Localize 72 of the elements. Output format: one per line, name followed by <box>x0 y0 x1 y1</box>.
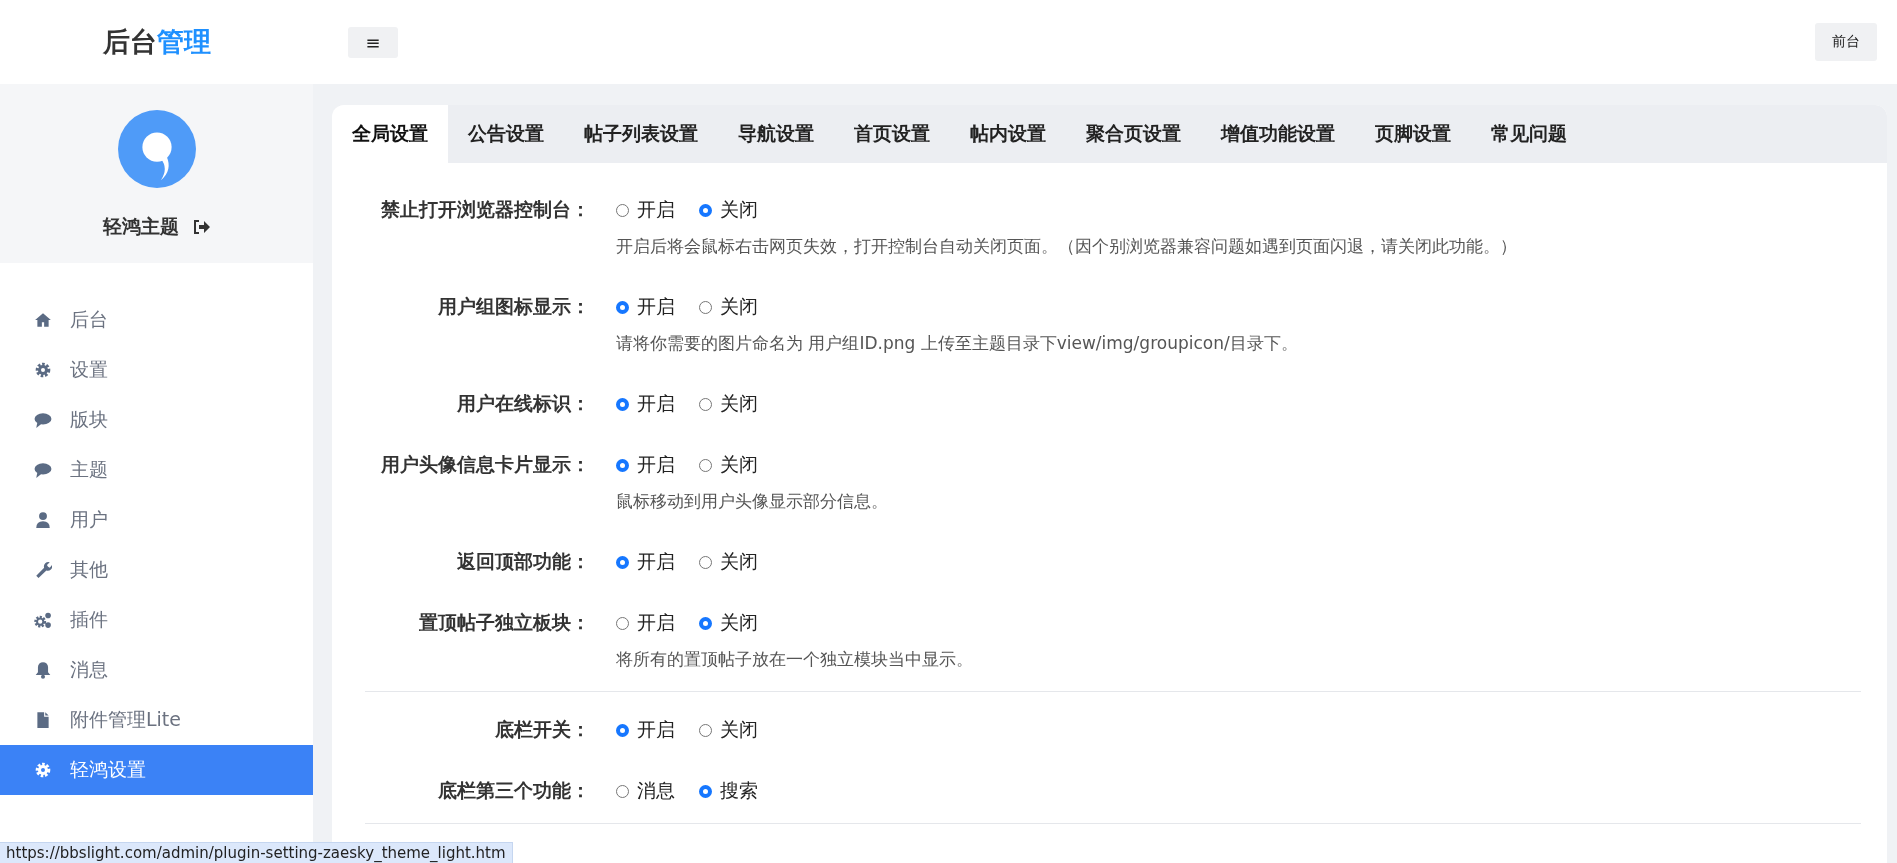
sidebar-item[interactable]: 插件 <box>0 595 313 645</box>
sidebar-item[interactable]: 版块 <box>0 395 313 445</box>
frontend-button[interactable]: 前台 <box>1815 23 1877 61</box>
radio-button[interactable] <box>699 555 712 569</box>
sidebar-item[interactable]: 用户 <box>0 495 313 545</box>
help-text: 将所有的置顶帖子放在一个独立模块当中显示。 <box>616 647 973 671</box>
logo-avatar-icon <box>117 110 196 188</box>
house-icon <box>34 311 52 329</box>
speech-bubble-icon <box>34 411 52 429</box>
radio-button[interactable] <box>616 203 629 217</box>
radio-option[interactable]: 开启 <box>616 294 675 320</box>
site-logo: 后台管理 <box>102 25 211 59</box>
bell-icon <box>34 661 52 679</box>
radio-option[interactable]: 关闭 <box>699 610 758 636</box>
radio-option[interactable]: 开启 <box>616 549 675 575</box>
radio-option[interactable]: 关闭 <box>699 294 758 320</box>
radio-button[interactable] <box>616 300 629 314</box>
sidebar-item[interactable]: 其他 <box>0 545 313 595</box>
logout-icon[interactable] <box>192 219 211 235</box>
wrench-icon <box>34 561 52 579</box>
help-text: 请将你需要的图片命名为 用户组ID.png 上传至主题目录下view/img/groupicon/目录下。 <box>616 331 1298 355</box>
gear-icon <box>34 761 52 779</box>
setting-label: 返回顶部功能： <box>456 549 590 574</box>
setting-label: 用户组图标显示： <box>437 294 590 319</box>
radio-option[interactable]: 开启 <box>616 717 675 743</box>
radio-option[interactable]: 搜索 <box>699 778 758 804</box>
person-icon <box>34 511 52 529</box>
setting-label: 用户头像信息卡片显示： <box>380 452 590 477</box>
menu-button[interactable]: ≡ <box>348 26 398 58</box>
radio-option[interactable]: 关闭 <box>699 549 758 575</box>
speech-bubble-icon <box>34 461 52 479</box>
radio-button[interactable] <box>616 723 629 737</box>
radio-button[interactable] <box>616 784 629 798</box>
radio-option[interactable]: 关闭 <box>699 452 758 478</box>
sidebar-item[interactable]: 附件管理Lite <box>0 695 313 745</box>
file-icon <box>34 711 52 729</box>
setting-label: 禁止打开浏览器控制台： <box>380 197 590 222</box>
radio-button[interactable] <box>616 616 629 630</box>
gears-icon <box>34 611 52 629</box>
radio-button[interactable] <box>699 458 712 472</box>
radio-button[interactable] <box>699 397 712 411</box>
radio-button[interactable] <box>699 616 712 630</box>
radio-button[interactable] <box>699 203 712 217</box>
radio-option[interactable]: 关闭 <box>699 197 758 223</box>
radio-option[interactable]: 开启 <box>616 610 675 636</box>
radio-option[interactable]: 关闭 <box>699 717 758 743</box>
settings-tab[interactable]: 全局设置 <box>332 105 448 163</box>
setting-label: 底栏开关： <box>494 717 590 742</box>
sidebar-item[interactable]: 消息 <box>0 645 313 695</box>
radio-option[interactable]: 关闭 <box>699 391 758 417</box>
help-text: 鼠标移动到用户头像显示部分信息。 <box>616 489 888 513</box>
setting-label: 置顶帖子独立板块： <box>418 610 590 635</box>
radio-button[interactable] <box>699 723 712 737</box>
status-url: https://bbslight.com/admin/plugin-setting-zaesky_theme_light.htm <box>0 842 513 863</box>
radio-option[interactable]: 消息 <box>616 778 675 804</box>
radio-option[interactable]: 开启 <box>616 452 675 478</box>
setting-label: 底栏第三个功能： <box>437 778 590 803</box>
radio-button[interactable] <box>699 784 712 798</box>
sidebar-item[interactable]: 后台 <box>0 295 313 345</box>
radio-button[interactable] <box>616 458 629 472</box>
profile-name: 轻鸿主题 <box>102 214 179 239</box>
radio-option[interactable]: 开启 <box>616 391 675 417</box>
radio-option[interactable]: 开启 <box>616 197 675 223</box>
help-text: 开启后将会鼠标右击网页失效，打开控制台自动关闭页面。（因个别浏览器兼容问题如遇到页面闪退，请关闭此功能。） <box>616 234 1517 258</box>
sidebar-item[interactable]: 设置 <box>0 345 313 395</box>
radio-button[interactable] <box>616 555 629 569</box>
sidebar-item[interactable]: 轻鸿设置 <box>0 745 313 795</box>
gear-icon <box>34 361 52 379</box>
sidebar-item[interactable]: 主题 <box>0 445 313 495</box>
setting-label: 用户在线标识： <box>456 391 590 416</box>
radio-button[interactable] <box>616 397 629 411</box>
radio-button[interactable] <box>699 300 712 314</box>
